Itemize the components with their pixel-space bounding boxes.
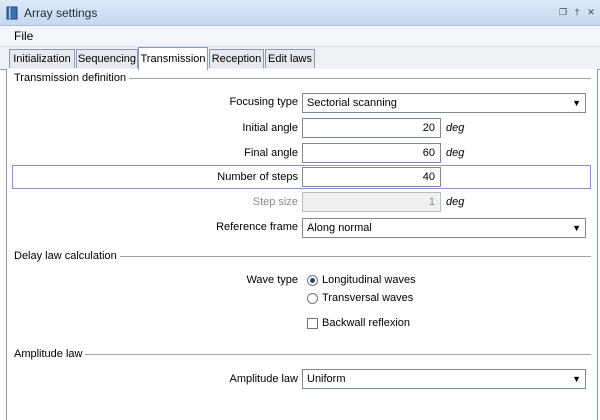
restore-icon[interactable]: ❐: [558, 7, 568, 17]
pin-icon[interactable]: †: [572, 7, 582, 17]
step-size-field: 1: [302, 192, 441, 212]
window-title: Array settings: [24, 6, 98, 20]
initial-angle-field[interactable]: 20: [302, 118, 441, 138]
final-angle-label: Final angle: [244, 147, 298, 159]
amplitude-law-label: Amplitude law: [229, 373, 298, 385]
menu-bar: [0, 26, 600, 47]
tab-transmission[interactable]: Transmission: [138, 47, 208, 70]
section-title-amplitude: Amplitude law: [14, 348, 86, 360]
section-title-transmission-definition: Transmission definition: [14, 72, 130, 84]
chevron-down-icon: ▼: [572, 98, 581, 108]
amplitude-law-value: Uniform: [307, 373, 346, 385]
radio-transversal-label[interactable]: Transversal waves: [322, 292, 413, 304]
reference-frame-select[interactable]: Along normal ▼: [302, 218, 586, 238]
reference-frame-label: Reference frame: [216, 221, 298, 233]
focusing-type-select[interactable]: Sectorial scanning ▼: [302, 93, 586, 113]
chevron-down-icon: ▼: [572, 223, 581, 233]
reference-frame-value: Along normal: [307, 222, 372, 234]
section-title-delay-law: Delay law calculation: [14, 250, 120, 262]
number-of-steps-label: Number of steps: [217, 171, 298, 183]
menu-file[interactable]: File: [14, 29, 33, 43]
final-angle-unit: deg: [446, 147, 465, 159]
wave-type-label: Wave type: [246, 274, 298, 286]
backwall-label[interactable]: Backwall reflexion: [322, 317, 410, 329]
book-icon: [6, 6, 18, 20]
tab-edit-laws[interactable]: Edit laws: [265, 49, 315, 68]
focusing-type-value: Sectorial scanning: [307, 97, 397, 109]
radio-transversal[interactable]: [307, 293, 318, 304]
tab-sequencing[interactable]: Sequencing: [76, 49, 138, 68]
backwall-checkbox[interactable]: [307, 318, 318, 329]
focusing-type-label: Focusing type: [229, 96, 298, 108]
initial-angle-label: Initial angle: [242, 122, 298, 134]
radio-longitudinal[interactable]: [307, 275, 318, 286]
amplitude-law-select[interactable]: Uniform ▼: [302, 369, 586, 389]
tab-initialization[interactable]: Initialization: [9, 49, 75, 68]
number-of-steps-field[interactable]: 40: [302, 167, 441, 187]
section-divider: [14, 354, 591, 355]
step-size-label: Step size: [252, 196, 298, 208]
chevron-down-icon: ▼: [572, 374, 581, 384]
step-size-unit: deg: [446, 196, 465, 208]
final-angle-field[interactable]: 60: [302, 143, 441, 163]
tab-reception[interactable]: Reception: [209, 49, 264, 68]
close-icon[interactable]: ✕: [586, 7, 596, 17]
radio-longitudinal-label[interactable]: Longitudinal waves: [322, 274, 416, 286]
initial-angle-unit: deg: [446, 122, 465, 134]
